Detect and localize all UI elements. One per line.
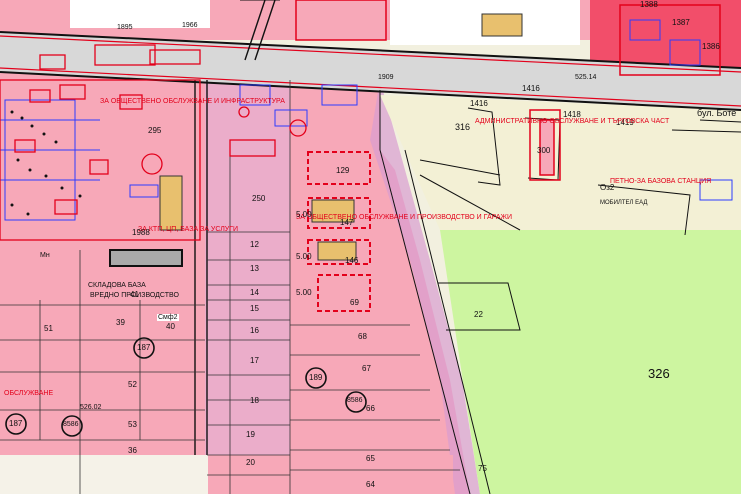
zone-lower-white xyxy=(0,455,210,494)
zone-bottom-mid xyxy=(208,455,453,494)
map-canvas[interactable] xyxy=(0,0,741,494)
existing-building-3 xyxy=(159,175,183,231)
zone-top-white-2 xyxy=(70,0,210,28)
grey-building xyxy=(109,249,183,267)
cadastral-map[interactable]: бул. Боте 525.14 1416 1416 1418 1419 189… xyxy=(0,0,741,494)
zone-green xyxy=(440,230,741,494)
planned-building-4 xyxy=(317,274,371,312)
existing-building-2 xyxy=(317,241,357,261)
existing-building-4 xyxy=(481,13,523,37)
planned-building-1 xyxy=(307,151,371,185)
zone-mixed-band-1 xyxy=(205,80,290,494)
existing-building-1 xyxy=(311,199,355,223)
